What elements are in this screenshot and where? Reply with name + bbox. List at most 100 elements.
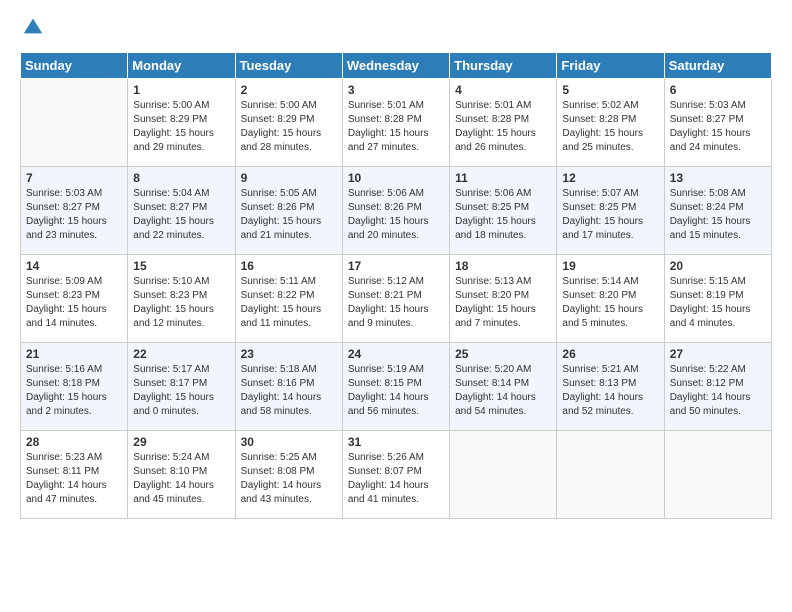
daylight-text-cont: and 58 minutes. bbox=[241, 406, 312, 417]
day-info: Sunrise: 5:10 AMSunset: 8:23 PMDaylight:… bbox=[133, 275, 229, 331]
day-info: Sunrise: 5:20 AMSunset: 8:14 PMDaylight:… bbox=[455, 363, 551, 419]
calendar-cell: 1Sunrise: 5:00 AMSunset: 8:29 PMDaylight… bbox=[128, 79, 235, 167]
sunrise-text: Sunrise: 5:00 AM bbox=[133, 100, 209, 111]
sunset-text: Sunset: 8:19 PM bbox=[670, 290, 744, 301]
calendar-week-row: 1Sunrise: 5:00 AMSunset: 8:29 PMDaylight… bbox=[21, 79, 772, 167]
daylight-text-cont: and 25 minutes. bbox=[562, 142, 633, 153]
sunset-text: Sunset: 8:28 PM bbox=[562, 114, 636, 125]
day-number: 11 bbox=[455, 171, 551, 185]
calendar-cell bbox=[21, 79, 128, 167]
day-info: Sunrise: 5:00 AMSunset: 8:29 PMDaylight:… bbox=[133, 99, 229, 155]
daylight-text-cont: and 18 minutes. bbox=[455, 230, 526, 241]
sunset-text: Sunset: 8:27 PM bbox=[26, 202, 100, 213]
sunrise-text: Sunrise: 5:06 AM bbox=[348, 188, 424, 199]
daylight-text-cont: and 50 minutes. bbox=[670, 406, 741, 417]
calendar-cell: 10Sunrise: 5:06 AMSunset: 8:26 PMDayligh… bbox=[342, 167, 449, 255]
daylight-text-cont: and 54 minutes. bbox=[455, 406, 526, 417]
sunrise-text: Sunrise: 5:03 AM bbox=[670, 100, 746, 111]
daylight-text-cont: and 23 minutes. bbox=[26, 230, 97, 241]
logo-icon bbox=[22, 15, 44, 37]
day-info: Sunrise: 5:03 AMSunset: 8:27 PMDaylight:… bbox=[26, 187, 122, 243]
page: SundayMondayTuesdayWednesdayThursdayFrid… bbox=[0, 0, 792, 612]
daylight-text: Daylight: 15 hours bbox=[241, 128, 322, 139]
sunset-text: Sunset: 8:13 PM bbox=[562, 378, 636, 389]
sunset-text: Sunset: 8:28 PM bbox=[455, 114, 529, 125]
sunrise-text: Sunrise: 5:21 AM bbox=[562, 364, 638, 375]
day-number: 27 bbox=[670, 347, 766, 361]
sunset-text: Sunset: 8:07 PM bbox=[348, 466, 422, 477]
sunrise-text: Sunrise: 5:23 AM bbox=[26, 452, 102, 463]
daylight-text: Daylight: 15 hours bbox=[26, 392, 107, 403]
sunset-text: Sunset: 8:21 PM bbox=[348, 290, 422, 301]
daylight-text: Daylight: 15 hours bbox=[348, 216, 429, 227]
day-number: 4 bbox=[455, 83, 551, 97]
sunrise-text: Sunrise: 5:26 AM bbox=[348, 452, 424, 463]
calendar-cell: 25Sunrise: 5:20 AMSunset: 8:14 PMDayligh… bbox=[450, 343, 557, 431]
sunset-text: Sunset: 8:08 PM bbox=[241, 466, 315, 477]
sunrise-text: Sunrise: 5:16 AM bbox=[26, 364, 102, 375]
sunset-text: Sunset: 8:25 PM bbox=[562, 202, 636, 213]
sunset-text: Sunset: 8:14 PM bbox=[455, 378, 529, 389]
daylight-text-cont: and 14 minutes. bbox=[26, 318, 97, 329]
sunset-text: Sunset: 8:16 PM bbox=[241, 378, 315, 389]
daylight-text-cont: and 9 minutes. bbox=[348, 318, 414, 329]
sunset-text: Sunset: 8:18 PM bbox=[26, 378, 100, 389]
day-number: 13 bbox=[670, 171, 766, 185]
calendar-cell: 26Sunrise: 5:21 AMSunset: 8:13 PMDayligh… bbox=[557, 343, 664, 431]
sunset-text: Sunset: 8:25 PM bbox=[455, 202, 529, 213]
sunset-text: Sunset: 8:26 PM bbox=[348, 202, 422, 213]
day-info: Sunrise: 5:06 AM Sunset: 8:26 PM Daylight:… bbox=[348, 187, 444, 243]
sunrise-text: Sunrise: 5:01 AM bbox=[455, 100, 531, 111]
daylight-text-cont: and 47 minutes. bbox=[26, 494, 97, 505]
sunset-text: Sunset: 8:10 PM bbox=[133, 466, 207, 477]
calendar-cell: 21Sunrise: 5:16 AMSunset: 8:18 PMDayligh… bbox=[21, 343, 128, 431]
calendar-cell: 24Sunrise: 5:19 AMSunset: 8:15 PMDayligh… bbox=[342, 343, 449, 431]
daylight-text-cont: and 15 minutes. bbox=[670, 230, 741, 241]
day-info: Sunrise: 5:00 AMSunset: 8:29 PMDaylight:… bbox=[241, 99, 337, 155]
daylight-text: Daylight: 15 hours bbox=[455, 304, 536, 315]
daylight-text-cont: and 2 minutes. bbox=[26, 406, 92, 417]
day-info: Sunrise: 5:01 AMSunset: 8:28 PMDaylight:… bbox=[348, 99, 444, 155]
sunrise-text: Sunrise: 5:01 AM bbox=[348, 100, 424, 111]
calendar-cell: 29Sunrise: 5:24 AMSunset: 8:10 PMDayligh… bbox=[128, 431, 235, 519]
sunrise-text: Sunrise: 5:18 AM bbox=[241, 364, 317, 375]
weekday-header: Wednesday bbox=[342, 53, 449, 79]
day-number: 30 bbox=[241, 435, 337, 449]
sunset-text: Sunset: 8:23 PM bbox=[133, 290, 207, 301]
daylight-text-cont: and 56 minutes. bbox=[348, 406, 419, 417]
sunrise-text: Sunrise: 5:04 AM bbox=[133, 188, 209, 199]
calendar: SundayMondayTuesdayWednesdayThursdayFrid… bbox=[20, 52, 772, 519]
daylight-text: Daylight: 14 hours bbox=[455, 392, 536, 403]
day-number: 8 bbox=[133, 171, 229, 185]
sunset-text: Sunset: 8:23 PM bbox=[26, 290, 100, 301]
daylight-text: Daylight: 15 hours bbox=[348, 128, 429, 139]
daylight-text-cont: and 7 minutes. bbox=[455, 318, 521, 329]
daylight-text: Daylight: 15 hours bbox=[133, 216, 214, 227]
sunrise-text: Sunrise: 5:11 AM bbox=[241, 276, 316, 287]
daylight-text-cont: and 20 minutes. bbox=[348, 230, 419, 241]
day-number: 3 bbox=[348, 83, 444, 97]
weekday-header: Thursday bbox=[450, 53, 557, 79]
calendar-cell bbox=[557, 431, 664, 519]
day-number: 2 bbox=[241, 83, 337, 97]
day-number: 5 bbox=[562, 83, 658, 97]
daylight-text: Daylight: 15 hours bbox=[26, 304, 107, 315]
weekday-header: Monday bbox=[128, 53, 235, 79]
sunset-text: Sunset: 8:22 PM bbox=[241, 290, 315, 301]
calendar-week-row: 7Sunrise: 5:03 AMSunset: 8:27 PMDaylight… bbox=[21, 167, 772, 255]
day-info: Sunrise: 5:03 AMSunset: 8:27 PMDaylight:… bbox=[670, 99, 766, 155]
daylight-text-cont: and 45 minutes. bbox=[133, 494, 204, 505]
sunset-text: Sunset: 8:29 PM bbox=[241, 114, 315, 125]
sunset-text: Sunset: 8:24 PM bbox=[670, 202, 744, 213]
daylight-text: Daylight: 15 hours bbox=[670, 128, 751, 139]
calendar-cell: 2 Sunrise: 5:00 AMSunset: 8:29 PMDaylight… bbox=[235, 79, 342, 167]
calendar-cell: 27Sunrise: 5:22 AMSunset: 8:12 PMDayligh… bbox=[664, 343, 771, 431]
daylight-text: Daylight: 15 hours bbox=[670, 216, 751, 227]
sunrise-text: Sunrise: 5:13 AM bbox=[455, 276, 531, 287]
daylight-text-cont: and 5 minutes. bbox=[562, 318, 628, 329]
sunrise-text: Sunrise: 5:19 AM bbox=[348, 364, 424, 375]
calendar-body: 1Sunrise: 5:00 AMSunset: 8:29 PMDaylight… bbox=[21, 79, 772, 519]
calendar-header: SundayMondayTuesdayWednesdayThursdayFrid… bbox=[21, 53, 772, 79]
day-number: 12 bbox=[562, 171, 658, 185]
day-info: Sunrise: 5:11 AMSunset: 8:22 PMDaylight:… bbox=[241, 275, 337, 331]
